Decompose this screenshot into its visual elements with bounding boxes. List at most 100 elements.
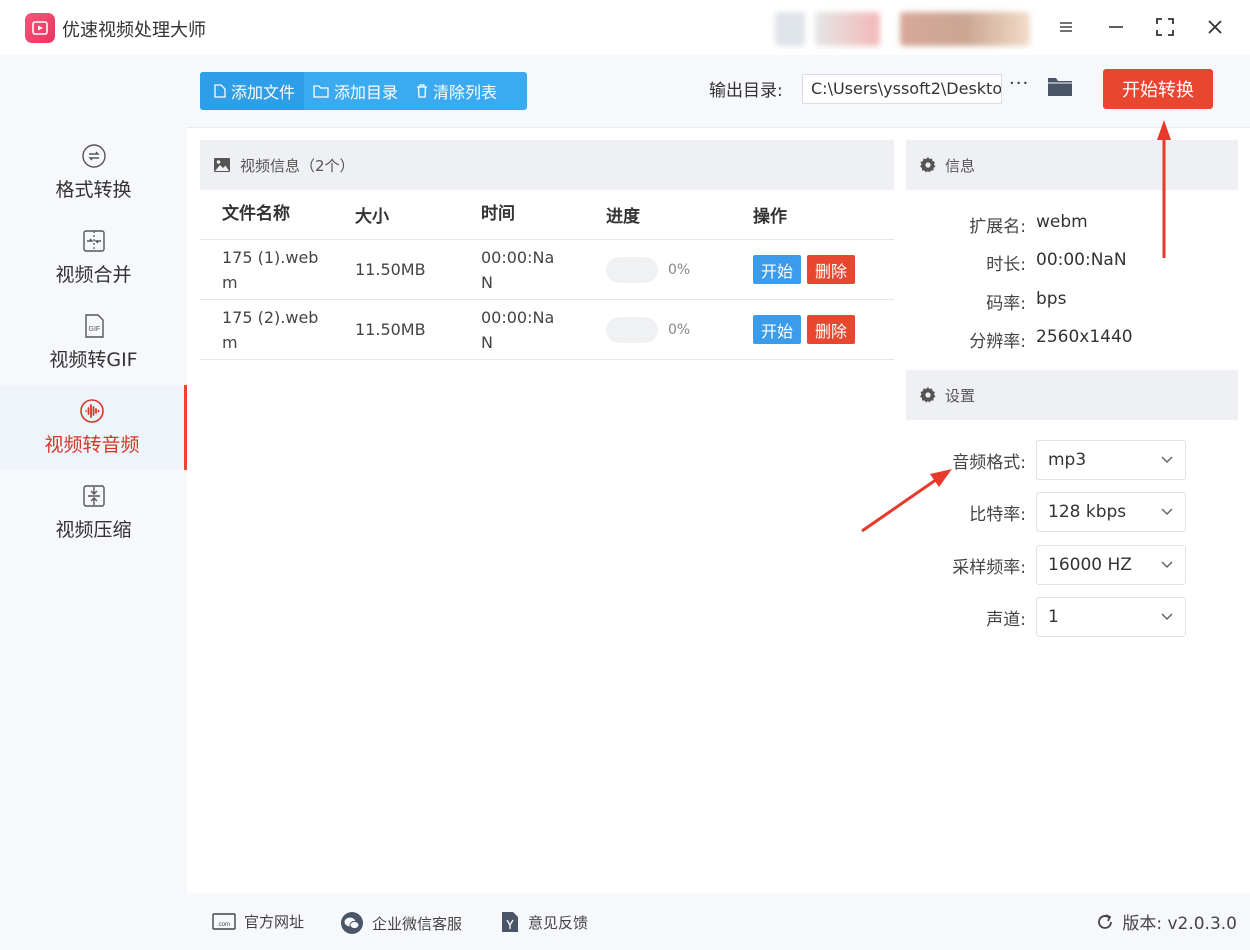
folder-icon — [313, 85, 329, 98]
minimize-icon[interactable] — [1100, 12, 1132, 42]
open-folder-icon[interactable] — [1047, 75, 1073, 101]
clear-list-button[interactable]: 清除列表 — [407, 72, 506, 110]
menu-icon[interactable] — [1050, 12, 1082, 42]
select-value: 128 kbps — [1048, 502, 1127, 522]
blurred-account-area — [900, 12, 1030, 46]
settings-section-header: 设置 — [906, 370, 1238, 420]
info-key: 时长: — [986, 255, 1026, 275]
select-value: 1 — [1048, 607, 1059, 627]
version-label: 版本: v2.0.3.0 — [1122, 914, 1237, 934]
info-value: webm — [1036, 212, 1088, 232]
add-folder-button[interactable]: 添加目录 — [304, 72, 407, 110]
sidebar-item-video-compress[interactable]: 视频压缩 — [0, 470, 187, 555]
table-row: 175 (1).webm 11.50MB 00:00:NaN 0% 开始 删除 — [200, 240, 894, 300]
sample-rate-select[interactable]: 16000 HZ — [1036, 545, 1186, 585]
select-value: mp3 — [1048, 450, 1087, 470]
progress-text: 0% — [668, 321, 691, 338]
progress-text: 0% — [668, 261, 691, 278]
output-path-field[interactable]: C:\Users\yssoft2\Desktop — [802, 74, 1002, 104]
info-section-header: 信息 — [906, 140, 1238, 190]
app-logo-icon — [25, 13, 55, 43]
column-header: 文件名称 — [222, 204, 290, 224]
sidebar-item-label: 视频压缩 — [55, 519, 132, 541]
info-settings-panel: 信息 扩展名: webm 时长: 00:00:NaN 码率: bps 分辨率: … — [906, 140, 1238, 878]
row-delete-button[interactable]: 删除 — [807, 255, 856, 284]
chevron-down-icon — [1161, 561, 1173, 569]
setting-row-channels: 声道: 1 — [906, 597, 1238, 637]
refresh-icon — [1098, 913, 1113, 929]
info-value: 00:00:NaN — [1036, 250, 1127, 270]
wechat-service-link[interactable]: 企业微信客服 — [340, 911, 462, 935]
blurred-account-area — [815, 12, 880, 46]
progress-cell: 0% — [606, 316, 753, 343]
settings-section-title: 设置 — [945, 386, 976, 405]
website-link[interactable]: .com 官方网址 — [212, 911, 304, 932]
sidebar-item-label: 视频转音频 — [44, 434, 140, 456]
file-actions-group: 添加文件 添加目录 清除列表 — [200, 72, 527, 110]
row-start-button[interactable]: 开始 — [753, 255, 802, 284]
sidebar-item-video-merge[interactable]: 视频合并 — [0, 215, 187, 300]
progress-bar — [606, 256, 658, 283]
start-convert-button[interactable]: 开始转换 — [1103, 69, 1213, 109]
bitrate-select[interactable]: 128 kbps — [1036, 492, 1186, 532]
version-info[interactable]: 版本: v2.0.3.0 — [1096, 909, 1237, 934]
add-file-label: 添加文件 — [231, 83, 296, 102]
browse-more-button[interactable]: ··· — [1009, 73, 1029, 94]
maximize-icon[interactable] — [1149, 12, 1181, 42]
file-name: 175 (2).webm — [222, 307, 319, 352]
setting-row-bitrate: 比特率: 128 kbps — [906, 492, 1238, 532]
file-duration: 00:00:NaN — [481, 247, 555, 292]
compress-icon — [81, 483, 107, 509]
setting-key: 比特率: — [969, 505, 1026, 525]
chevron-down-icon — [1161, 456, 1173, 464]
sidebar: 格式转换 视频合并 GIF 视频转GIF 视频转音频 视频压缩 — [0, 55, 187, 950]
sidebar-item-video-to-audio[interactable]: 视频转音频 — [0, 385, 187, 470]
sidebar-item-label: 格式转换 — [55, 179, 132, 201]
file-icon — [214, 84, 226, 98]
app-title: 优速视频处理大师 — [62, 20, 206, 41]
image-icon — [214, 158, 230, 172]
website-icon: .com — [212, 912, 236, 930]
audio-format-select[interactable]: mp3 — [1036, 440, 1186, 480]
gear-icon — [920, 387, 936, 403]
gear-icon — [920, 157, 936, 173]
row-start-button[interactable]: 开始 — [753, 315, 802, 344]
sidebar-item-video-to-gif[interactable]: GIF 视频转GIF — [0, 300, 187, 385]
info-key: 分辨率: — [969, 332, 1026, 352]
info-value: bps — [1036, 289, 1067, 309]
file-list-panel: 视频信息（2个） 文件名称 大小 时间 进度 操作 175 (1).webm 1… — [200, 140, 894, 878]
add-file-button[interactable]: 添加文件 — [200, 72, 305, 110]
channels-select[interactable]: 1 — [1036, 597, 1186, 637]
row-delete-button[interactable]: 删除 — [807, 315, 856, 344]
column-header: 操作 — [753, 207, 787, 227]
svg-text:GIF: GIF — [88, 326, 100, 333]
sidebar-item-label: 视频合并 — [55, 264, 132, 286]
svg-text:.com: .com — [217, 922, 230, 928]
setting-key: 采样频率: — [952, 558, 1026, 578]
output-dir-label: 输出目录: — [709, 81, 783, 101]
file-name: 175 (1).webm — [222, 247, 319, 292]
close-icon[interactable] — [1199, 12, 1231, 42]
audio-wave-icon — [79, 398, 105, 424]
setting-key: 音频格式: — [952, 453, 1026, 473]
feedback-label: 意见反馈 — [528, 913, 589, 932]
sidebar-item-label: 视频转GIF — [49, 349, 138, 371]
title-bar: 优速视频处理大师 — [0, 0, 1250, 55]
info-value: 2560x1440 — [1036, 327, 1133, 347]
column-header: 大小 — [355, 207, 389, 227]
sidebar-item-format-convert[interactable]: 格式转换 — [0, 130, 187, 215]
add-folder-label: 添加目录 — [334, 83, 399, 102]
format-convert-icon — [81, 143, 107, 169]
progress-cell: 0% — [606, 256, 753, 283]
file-list-header: 视频信息（2个） — [200, 140, 894, 190]
wechat-label: 企业微信客服 — [372, 914, 463, 933]
feedback-icon — [502, 912, 518, 932]
row-actions: 开始 删除 — [753, 255, 861, 284]
blurred-account-area — [775, 12, 805, 46]
table-header: 文件名称 大小 时间 进度 操作 — [200, 190, 894, 240]
toolbar: 添加文件 添加目录 清除列表 输出目录: C:\Users\yssoft2\De… — [187, 55, 1250, 128]
chevron-down-icon — [1161, 613, 1173, 621]
info-section-title: 信息 — [945, 156, 976, 175]
clear-list-label: 清除列表 — [433, 83, 498, 102]
feedback-link[interactable]: 意见反馈 — [500, 911, 588, 933]
